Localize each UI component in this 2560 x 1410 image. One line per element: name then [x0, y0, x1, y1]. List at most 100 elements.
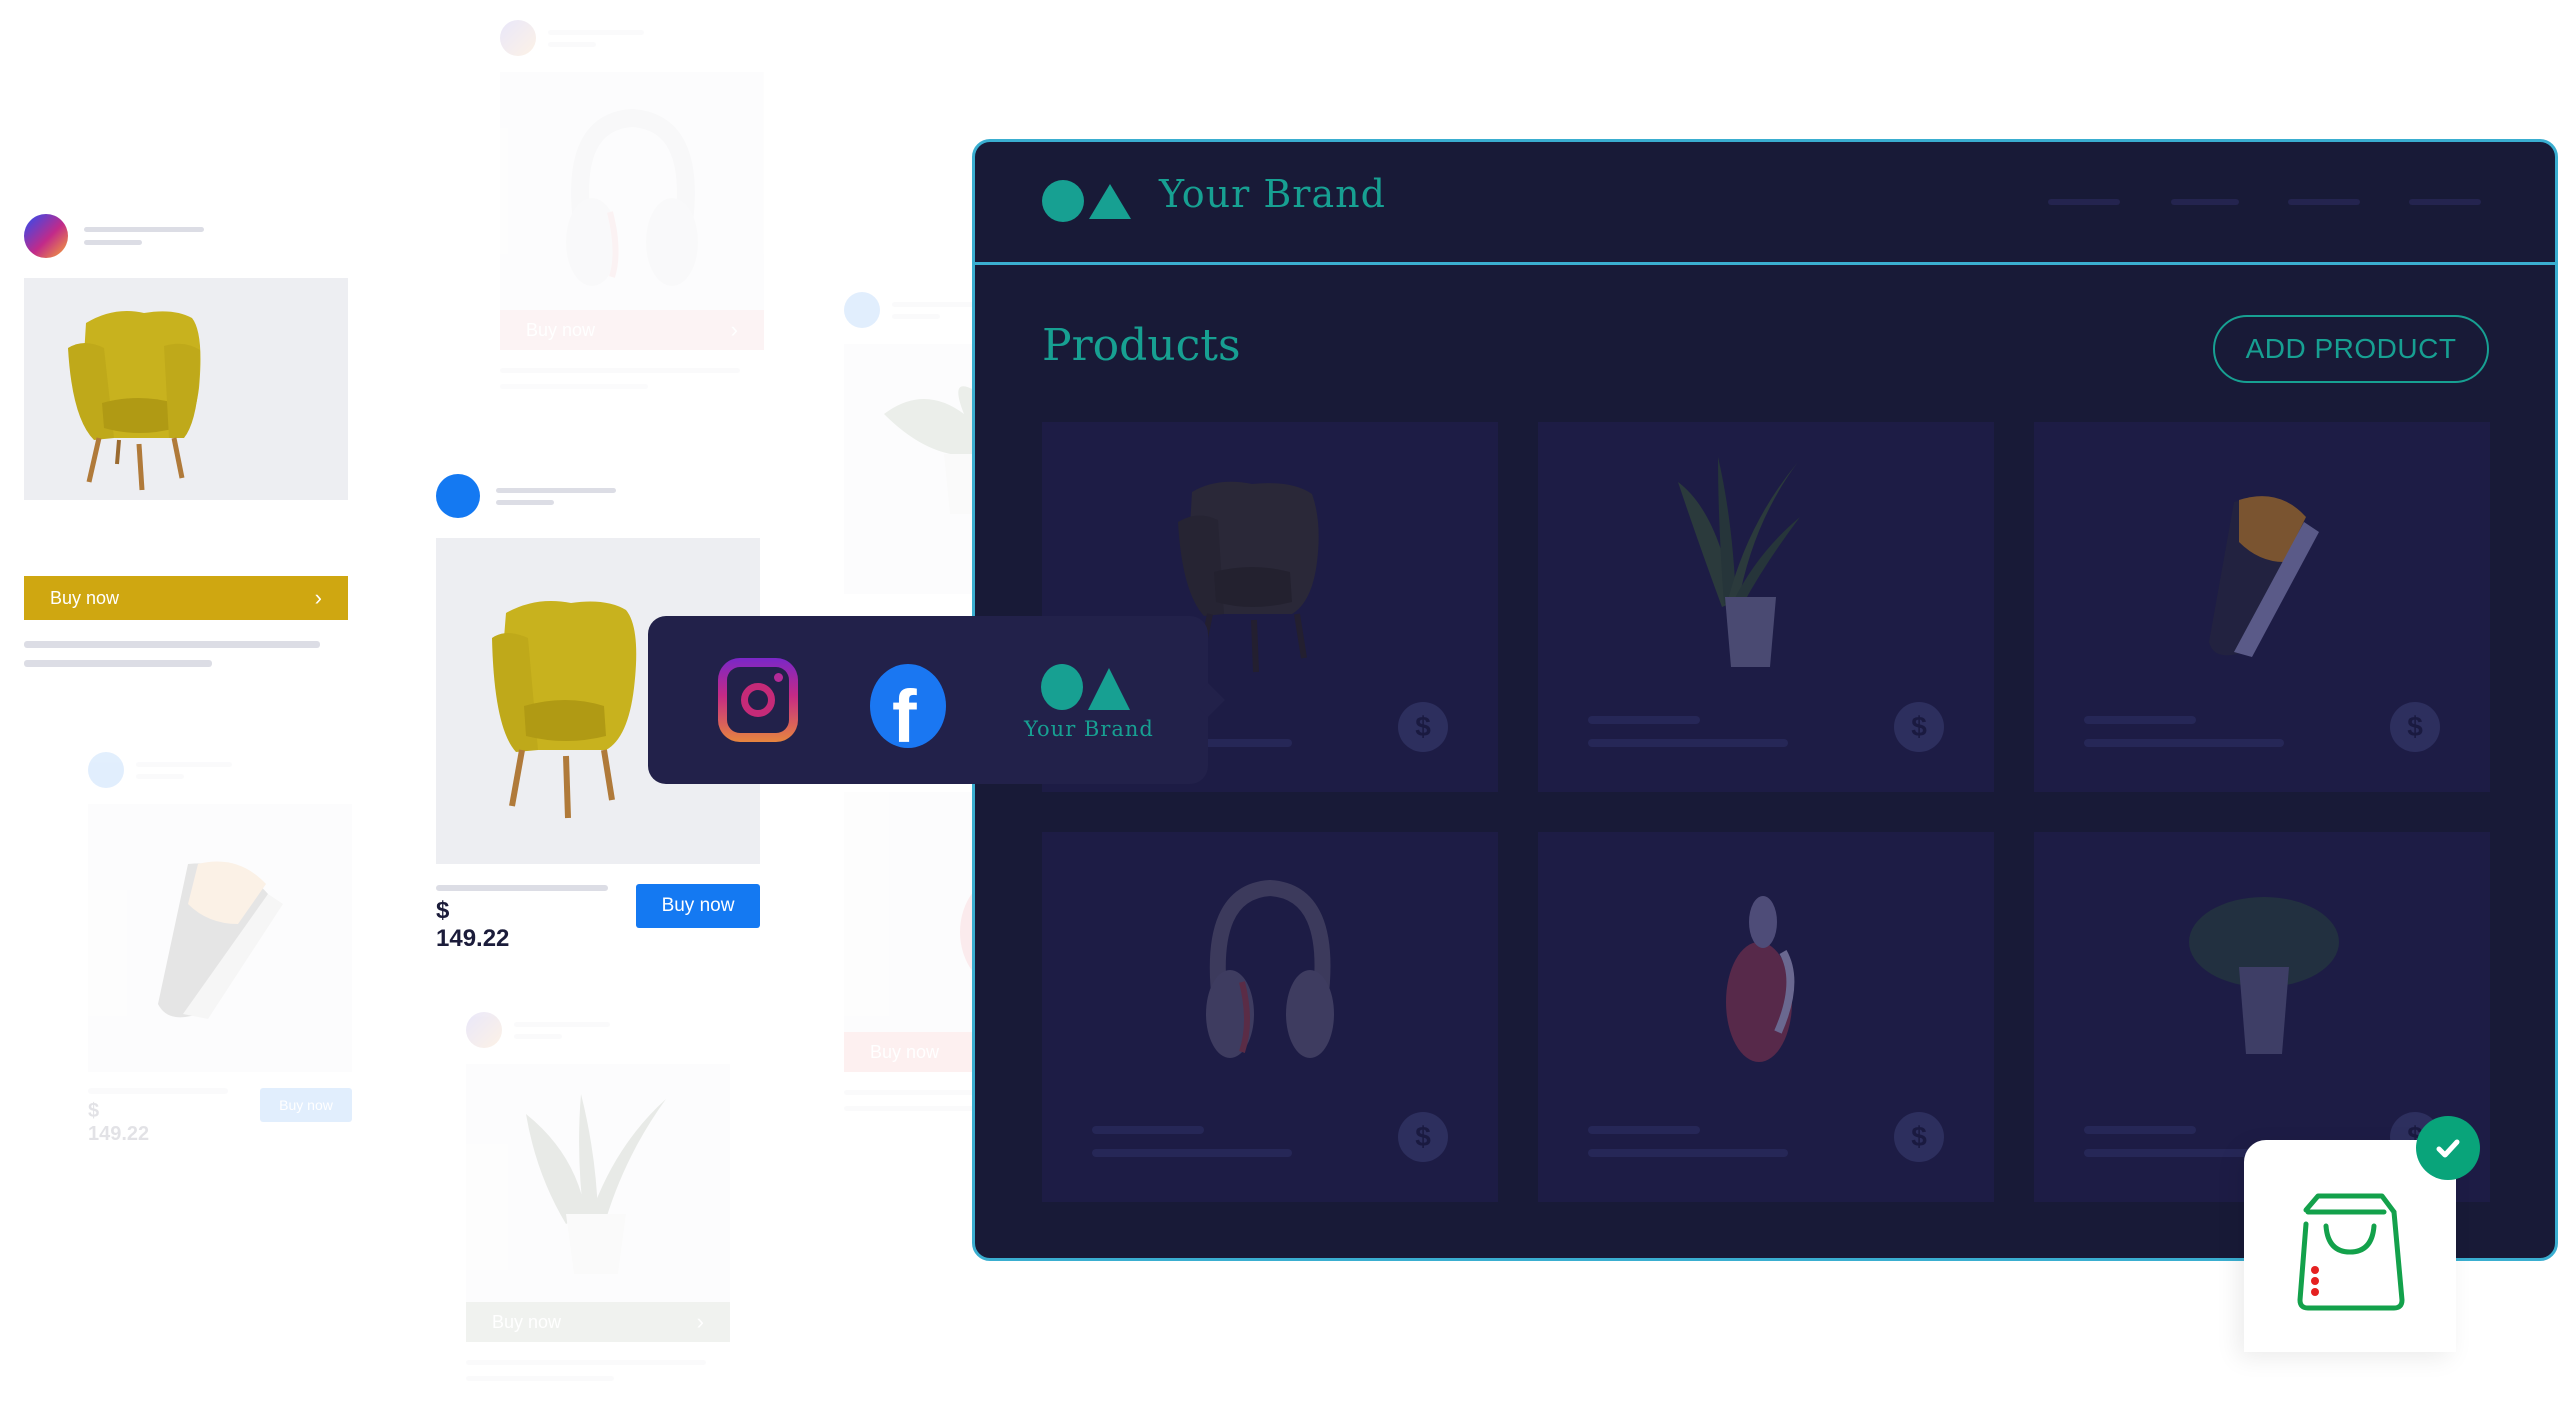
placeholder-line	[88, 1088, 228, 1094]
shopping-bag-icon	[2297, 1193, 2405, 1311]
placeholder-line	[496, 488, 616, 493]
potted-plant-illustration	[2189, 897, 2339, 1054]
nav-item-2[interactable]	[2171, 199, 2239, 205]
placeholder-line	[466, 1376, 614, 1381]
placeholder-line	[2084, 1126, 2196, 1134]
placeholder-line	[1092, 1126, 1204, 1134]
perfume-illustration	[1726, 896, 1795, 1062]
product-card-headphones[interactable]: $	[1042, 832, 1498, 1202]
chevron-right-icon: ›	[314, 585, 322, 610]
placeholder-line	[514, 1022, 610, 1027]
chevron-right-icon: ›	[730, 317, 738, 342]
armchair-illustration	[68, 310, 201, 491]
instagram-lens	[741, 683, 775, 717]
nav-item-1[interactable]	[2048, 199, 2120, 205]
instagram-flash-dot	[774, 673, 783, 682]
sneaker-illustration	[2209, 496, 2319, 657]
shopping-app-badge[interactable]	[2244, 1140, 2456, 1352]
popup-brand-name: Your Brand	[1024, 717, 1154, 741]
placeholder-line	[496, 500, 554, 505]
buy-now-label: Buy now	[50, 587, 120, 608]
facebook-icon[interactable]: f	[870, 664, 946, 748]
buy-now-button[interactable]: Buy now ›	[466, 1302, 730, 1342]
placeholder-line	[84, 240, 142, 245]
price-icon[interactable]: $	[1398, 1112, 1448, 1162]
facebook-f-glyph: f	[892, 675, 917, 749]
red-dot	[2311, 1266, 2319, 1274]
product-card-perfume[interactable]: $	[1538, 832, 1994, 1202]
product-image-snake-plant	[1538, 422, 1994, 702]
product-image-potted-plant	[2034, 832, 2490, 1112]
price-icon[interactable]: $	[1894, 1112, 1944, 1162]
product-image-armchair	[24, 278, 348, 500]
dashboard-header: Your Brand	[975, 142, 2555, 265]
instagram-icon[interactable]	[718, 658, 798, 742]
placeholder-line	[1588, 739, 1788, 747]
product-image-sneaker	[2034, 422, 2490, 702]
product-price: $ 149.22	[88, 1100, 150, 1145]
instagram-avatar	[466, 1012, 502, 1048]
buy-now-label: Buy now	[870, 1041, 940, 1062]
buy-now-button[interactable]: Buy now	[260, 1088, 352, 1122]
nav-item-4[interactable]	[2409, 199, 2481, 205]
product-image-perfume	[1538, 832, 1994, 1112]
placeholder-line	[500, 384, 648, 389]
product-image-headphones	[1042, 832, 1498, 1112]
nav-item-3[interactable]	[2288, 199, 2360, 205]
product-image-sneaker	[88, 804, 352, 1072]
brand-name: Your Brand	[1159, 172, 1386, 216]
product-image-snake-plant	[466, 1064, 730, 1302]
placeholder-line	[548, 42, 596, 47]
headphones-illustration	[1206, 879, 1334, 1058]
sneaker-illustration	[158, 861, 283, 1019]
placeholder-line	[1588, 716, 1700, 724]
product-card-sneaker[interactable]: $	[2034, 422, 2490, 792]
instagram-avatar	[500, 20, 536, 56]
placeholder-line	[136, 762, 232, 767]
brand-logo-circle-icon[interactable]	[1041, 664, 1083, 710]
snake-plant-illustration	[526, 1094, 666, 1274]
instagram-buy-now-button[interactable]: Buy now ›	[24, 576, 348, 620]
facebook-avatar	[844, 292, 880, 328]
red-dot	[2311, 1277, 2319, 1285]
placeholder-line	[1588, 1126, 1700, 1134]
placeholder-line	[136, 774, 184, 779]
facebook-buy-now-button[interactable]: Buy now	[636, 884, 760, 928]
placeholder-line	[24, 660, 212, 667]
add-product-button[interactable]: ADD PRODUCT	[2213, 315, 2489, 383]
facebook-avatar	[88, 752, 124, 788]
brand-logo-triangle-icon[interactable]	[1088, 668, 1130, 710]
sales-channels-popup: f Your Brand	[648, 616, 1208, 784]
placeholder-line	[466, 1360, 706, 1365]
placeholder-line	[436, 885, 608, 891]
buy-now-label: Buy now	[526, 319, 596, 340]
product-card-snake-plant[interactable]: $	[1538, 422, 1994, 792]
page-title: Products	[1042, 320, 1241, 371]
product-image-headphones	[500, 72, 764, 310]
price-icon[interactable]: $	[2390, 702, 2440, 752]
product-price: $ 149.22	[436, 897, 510, 952]
headphones-illustration	[566, 108, 698, 286]
brand-logo-triangle-icon	[1089, 184, 1131, 219]
placeholder-line	[24, 641, 320, 648]
chevron-right-icon: ›	[696, 1309, 704, 1334]
buy-now-label: Buy now	[492, 1311, 562, 1332]
placeholder-line	[892, 314, 940, 319]
price-icon[interactable]: $	[1398, 702, 1448, 752]
placeholder-line	[548, 30, 644, 35]
facebook-avatar	[436, 474, 480, 518]
price-icon[interactable]: $	[1894, 702, 1944, 752]
placeholder-line	[2084, 739, 2284, 747]
brand-logo-circle-icon	[1042, 180, 1084, 222]
placeholder-line	[1092, 1149, 1292, 1157]
placeholder-line	[1588, 1149, 1788, 1157]
red-dot	[2311, 1288, 2319, 1296]
placeholder-line	[514, 1034, 562, 1039]
buy-now-button[interactable]: Buy now ›	[500, 310, 764, 350]
instagram-avatar	[24, 214, 68, 258]
snake-plant-illustration	[1678, 457, 1800, 667]
placeholder-line	[500, 368, 740, 373]
placeholder-line	[84, 227, 204, 232]
placeholder-line	[2084, 716, 2196, 724]
check-icon	[2416, 1116, 2480, 1180]
